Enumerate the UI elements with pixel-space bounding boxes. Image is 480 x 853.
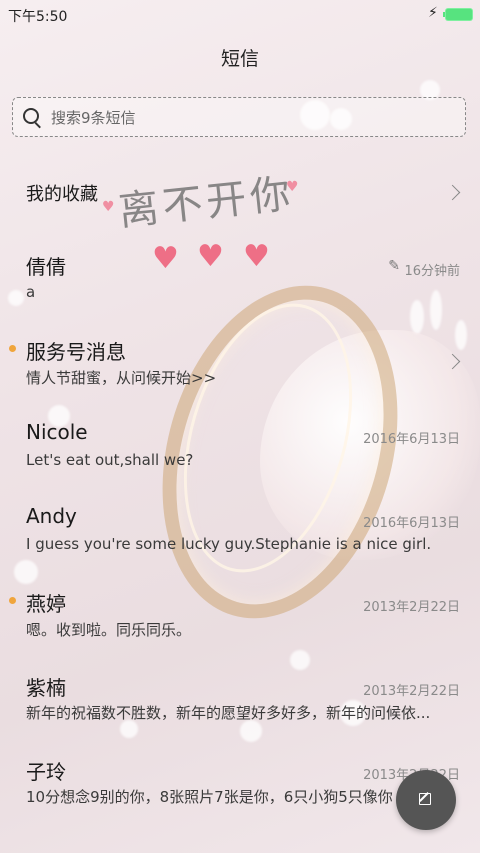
draft-pencil-icon: ✎ xyxy=(388,258,400,274)
charging-icon: ⚡ xyxy=(428,5,438,21)
thread-preview: 10分想念9别的你，8张照片7张是你，6只小狗5只像你 xyxy=(26,788,393,806)
thread-row[interactable]: Andy 2016年6月13日 I guess you're some luck… xyxy=(0,488,480,570)
status-bar: 下午5:50 ⚡ xyxy=(0,0,480,30)
thread-time: 2016年6月13日 xyxy=(363,432,460,447)
thread-time: 2013年2月22日 xyxy=(363,600,460,615)
thread-time: 16分钟前 xyxy=(404,264,460,279)
thread-row[interactable]: Nicole 2016年6月13日 Let's eat out,shall we… xyxy=(0,404,480,486)
thread-name: 紫楠 xyxy=(26,676,66,700)
thread-time: 2016年6月13日 xyxy=(363,516,460,531)
thread-preview: Let's eat out,shall we? xyxy=(26,451,194,469)
favorites-row[interactable]: 我的收藏 xyxy=(0,150,480,232)
status-time: 下午5:50 xyxy=(8,9,68,25)
thread-name: Nicole xyxy=(26,420,88,444)
unread-dot xyxy=(9,345,16,352)
favorites-label: 我的收藏 xyxy=(26,184,98,205)
thread-preview: 情人节甜蜜，从问候开始>> xyxy=(26,369,217,387)
thread-name: 燕婷 xyxy=(26,592,66,616)
thread-name: 服务号消息 xyxy=(26,340,126,364)
thread-time: 2013年2月22日 xyxy=(363,684,460,699)
thread-row[interactable]: 倩倩 ✎ 16分钟前 a xyxy=(0,236,480,318)
thread-preview: I guess you're some lucky guy.Stephanie … xyxy=(26,535,432,553)
thread-preview: 新年的祝福数不胜数，新年的愿望好多好多，新年的问候依... xyxy=(26,704,431,722)
compose-icon xyxy=(419,793,431,805)
thread-preview: a xyxy=(26,283,36,301)
search-bar[interactable] xyxy=(12,97,466,137)
compose-button[interactable] xyxy=(396,770,456,830)
thread-row[interactable]: 燕婷 2013年2月22日 嗯。收到啦。同乐同乐。 xyxy=(0,572,480,654)
search-icon xyxy=(23,108,39,124)
search-input[interactable] xyxy=(49,105,453,131)
thread-name: 倩倩 xyxy=(26,255,66,279)
chevron-right-icon xyxy=(444,184,461,201)
thread-name: 子玲 xyxy=(26,760,66,784)
unread-dot xyxy=(9,597,16,604)
thread-name: Andy xyxy=(26,504,77,528)
thread-row[interactable]: 紫楠 2013年2月22日 新年的祝福数不胜数，新年的愿望好多好多，新年的问候依… xyxy=(0,656,480,738)
chevron-right-icon xyxy=(444,353,461,370)
thread-preview: 嗯。收到啦。同乐同乐。 xyxy=(26,621,192,639)
thread-row[interactable]: 服务号消息 情人节甜蜜，从问候开始>> xyxy=(0,320,480,402)
battery-icon xyxy=(443,9,472,20)
page-title: 短信 xyxy=(220,48,259,70)
